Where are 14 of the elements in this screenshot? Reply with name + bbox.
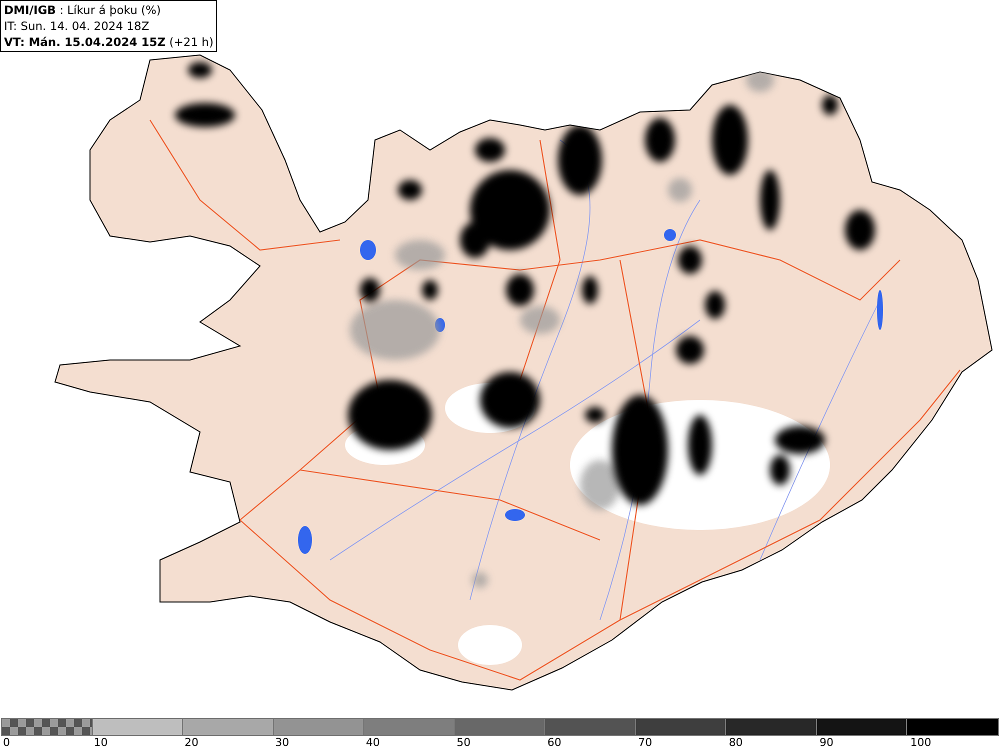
- scale-label: 50: [456, 736, 471, 749]
- scale-label: 60: [546, 736, 562, 749]
- scale-label: 40: [364, 736, 380, 749]
- scale-label: 90: [818, 736, 834, 749]
- scale-label: 70: [637, 736, 652, 749]
- scale-label: 10: [92, 736, 108, 749]
- map-title: DMI/IGB : Líkur á þoku (%): [4, 2, 162, 18]
- scale-label: 0: [2, 736, 10, 749]
- scale-label: 30: [274, 736, 290, 749]
- scale-label: 20: [183, 736, 198, 749]
- valid-time: VT: Mán. 15.04.2024 15Z (+21 h): [4, 34, 214, 50]
- scale-label: 80: [728, 736, 743, 749]
- issue-time: IT: Sun. 14. 04. 2024 18Z: [4, 18, 150, 34]
- scale-label: 100: [909, 736, 932, 749]
